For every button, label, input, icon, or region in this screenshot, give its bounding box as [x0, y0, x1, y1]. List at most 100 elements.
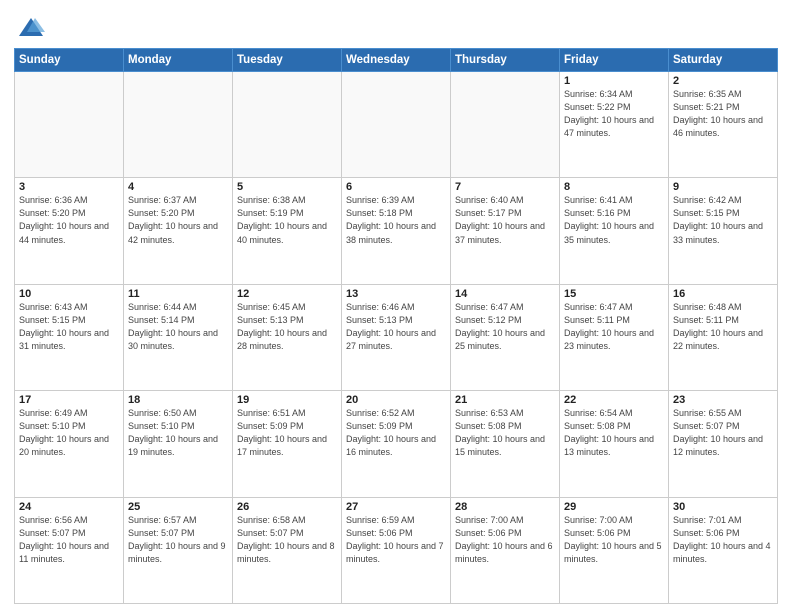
calendar-week-0: 1Sunrise: 6:34 AMSunset: 5:22 PMDaylight…	[15, 72, 778, 178]
calendar-cell: 4Sunrise: 6:37 AMSunset: 5:20 PMDaylight…	[124, 178, 233, 284]
calendar-cell: 3Sunrise: 6:36 AMSunset: 5:20 PMDaylight…	[15, 178, 124, 284]
day-number: 17	[19, 394, 119, 406]
day-info: Sunrise: 6:46 AMSunset: 5:13 PMDaylight:…	[346, 301, 446, 353]
day-info: Sunrise: 6:59 AMSunset: 5:06 PMDaylight:…	[346, 514, 446, 566]
weekday-header-friday: Friday	[560, 49, 669, 72]
calendar-cell: 2Sunrise: 6:35 AMSunset: 5:21 PMDaylight…	[669, 72, 778, 178]
calendar-cell: 18Sunrise: 6:50 AMSunset: 5:10 PMDayligh…	[124, 391, 233, 497]
day-info: Sunrise: 6:48 AMSunset: 5:11 PMDaylight:…	[673, 301, 773, 353]
day-number: 3	[19, 181, 119, 193]
day-number: 12	[237, 288, 337, 300]
day-number: 21	[455, 394, 555, 406]
calendar-cell: 6Sunrise: 6:39 AMSunset: 5:18 PMDaylight…	[342, 178, 451, 284]
calendar-cell	[451, 72, 560, 178]
calendar-cell: 19Sunrise: 6:51 AMSunset: 5:09 PMDayligh…	[233, 391, 342, 497]
calendar-cell: 9Sunrise: 6:42 AMSunset: 5:15 PMDaylight…	[669, 178, 778, 284]
calendar-cell: 22Sunrise: 6:54 AMSunset: 5:08 PMDayligh…	[560, 391, 669, 497]
day-number: 2	[673, 75, 773, 87]
day-number: 7	[455, 181, 555, 193]
day-info: Sunrise: 6:47 AMSunset: 5:11 PMDaylight:…	[564, 301, 664, 353]
day-number: 16	[673, 288, 773, 300]
logo-area	[14, 14, 45, 42]
calendar-cell: 28Sunrise: 7:00 AMSunset: 5:06 PMDayligh…	[451, 497, 560, 603]
day-info: Sunrise: 6:41 AMSunset: 5:16 PMDaylight:…	[564, 194, 664, 246]
calendar-cell: 12Sunrise: 6:45 AMSunset: 5:13 PMDayligh…	[233, 284, 342, 390]
day-info: Sunrise: 6:42 AMSunset: 5:15 PMDaylight:…	[673, 194, 773, 246]
calendar-cell: 13Sunrise: 6:46 AMSunset: 5:13 PMDayligh…	[342, 284, 451, 390]
calendar-week-2: 10Sunrise: 6:43 AMSunset: 5:15 PMDayligh…	[15, 284, 778, 390]
weekday-header-tuesday: Tuesday	[233, 49, 342, 72]
day-info: Sunrise: 6:37 AMSunset: 5:20 PMDaylight:…	[128, 194, 228, 246]
calendar-cell	[342, 72, 451, 178]
day-info: Sunrise: 6:49 AMSunset: 5:10 PMDaylight:…	[19, 407, 119, 459]
calendar-cell: 8Sunrise: 6:41 AMSunset: 5:16 PMDaylight…	[560, 178, 669, 284]
calendar-cell: 15Sunrise: 6:47 AMSunset: 5:11 PMDayligh…	[560, 284, 669, 390]
calendar-cell: 17Sunrise: 6:49 AMSunset: 5:10 PMDayligh…	[15, 391, 124, 497]
day-number: 14	[455, 288, 555, 300]
day-info: Sunrise: 6:40 AMSunset: 5:17 PMDaylight:…	[455, 194, 555, 246]
weekday-header-monday: Monday	[124, 49, 233, 72]
calendar-week-3: 17Sunrise: 6:49 AMSunset: 5:10 PMDayligh…	[15, 391, 778, 497]
day-number: 6	[346, 181, 446, 193]
day-info: Sunrise: 7:01 AMSunset: 5:06 PMDaylight:…	[673, 514, 773, 566]
day-number: 19	[237, 394, 337, 406]
weekday-header-saturday: Saturday	[669, 49, 778, 72]
logo-icon	[17, 14, 45, 42]
calendar-cell: 14Sunrise: 6:47 AMSunset: 5:12 PMDayligh…	[451, 284, 560, 390]
calendar-cell	[124, 72, 233, 178]
day-number: 23	[673, 394, 773, 406]
day-info: Sunrise: 6:35 AMSunset: 5:21 PMDaylight:…	[673, 88, 773, 140]
calendar-cell: 1Sunrise: 6:34 AMSunset: 5:22 PMDaylight…	[560, 72, 669, 178]
weekday-header-thursday: Thursday	[451, 49, 560, 72]
day-number: 20	[346, 394, 446, 406]
day-info: Sunrise: 6:57 AMSunset: 5:07 PMDaylight:…	[128, 514, 228, 566]
day-info: Sunrise: 6:45 AMSunset: 5:13 PMDaylight:…	[237, 301, 337, 353]
day-info: Sunrise: 6:47 AMSunset: 5:12 PMDaylight:…	[455, 301, 555, 353]
calendar-week-1: 3Sunrise: 6:36 AMSunset: 5:20 PMDaylight…	[15, 178, 778, 284]
day-number: 26	[237, 501, 337, 513]
day-info: Sunrise: 6:50 AMSunset: 5:10 PMDaylight:…	[128, 407, 228, 459]
day-info: Sunrise: 6:53 AMSunset: 5:08 PMDaylight:…	[455, 407, 555, 459]
calendar-cell: 24Sunrise: 6:56 AMSunset: 5:07 PMDayligh…	[15, 497, 124, 603]
calendar-cell: 27Sunrise: 6:59 AMSunset: 5:06 PMDayligh…	[342, 497, 451, 603]
day-number: 13	[346, 288, 446, 300]
calendar-cell: 10Sunrise: 6:43 AMSunset: 5:15 PMDayligh…	[15, 284, 124, 390]
calendar-cell: 26Sunrise: 6:58 AMSunset: 5:07 PMDayligh…	[233, 497, 342, 603]
day-number: 15	[564, 288, 664, 300]
day-number: 10	[19, 288, 119, 300]
calendar-cell: 29Sunrise: 7:00 AMSunset: 5:06 PMDayligh…	[560, 497, 669, 603]
day-number: 30	[673, 501, 773, 513]
calendar-cell: 11Sunrise: 6:44 AMSunset: 5:14 PMDayligh…	[124, 284, 233, 390]
calendar-cell: 23Sunrise: 6:55 AMSunset: 5:07 PMDayligh…	[669, 391, 778, 497]
calendar-cell: 30Sunrise: 7:01 AMSunset: 5:06 PMDayligh…	[669, 497, 778, 603]
day-number: 11	[128, 288, 228, 300]
calendar-cell: 5Sunrise: 6:38 AMSunset: 5:19 PMDaylight…	[233, 178, 342, 284]
day-info: Sunrise: 6:54 AMSunset: 5:08 PMDaylight:…	[564, 407, 664, 459]
calendar-cell: 16Sunrise: 6:48 AMSunset: 5:11 PMDayligh…	[669, 284, 778, 390]
calendar-cell: 21Sunrise: 6:53 AMSunset: 5:08 PMDayligh…	[451, 391, 560, 497]
calendar-cell: 20Sunrise: 6:52 AMSunset: 5:09 PMDayligh…	[342, 391, 451, 497]
day-number: 4	[128, 181, 228, 193]
day-info: Sunrise: 6:56 AMSunset: 5:07 PMDaylight:…	[19, 514, 119, 566]
day-info: Sunrise: 6:44 AMSunset: 5:14 PMDaylight:…	[128, 301, 228, 353]
day-number: 25	[128, 501, 228, 513]
calendar-cell	[233, 72, 342, 178]
header	[14, 10, 778, 42]
day-number: 28	[455, 501, 555, 513]
weekday-header-wednesday: Wednesday	[342, 49, 451, 72]
calendar-header-row: SundayMondayTuesdayWednesdayThursdayFrid…	[15, 49, 778, 72]
day-number: 5	[237, 181, 337, 193]
day-info: Sunrise: 6:39 AMSunset: 5:18 PMDaylight:…	[346, 194, 446, 246]
calendar-cell	[15, 72, 124, 178]
calendar-table: SundayMondayTuesdayWednesdayThursdayFrid…	[14, 48, 778, 604]
day-info: Sunrise: 6:58 AMSunset: 5:07 PMDaylight:…	[237, 514, 337, 566]
calendar-cell: 25Sunrise: 6:57 AMSunset: 5:07 PMDayligh…	[124, 497, 233, 603]
day-number: 24	[19, 501, 119, 513]
weekday-header-sunday: Sunday	[15, 49, 124, 72]
day-number: 8	[564, 181, 664, 193]
day-info: Sunrise: 7:00 AMSunset: 5:06 PMDaylight:…	[455, 514, 555, 566]
day-number: 27	[346, 501, 446, 513]
day-number: 9	[673, 181, 773, 193]
day-number: 22	[564, 394, 664, 406]
day-number: 1	[564, 75, 664, 87]
